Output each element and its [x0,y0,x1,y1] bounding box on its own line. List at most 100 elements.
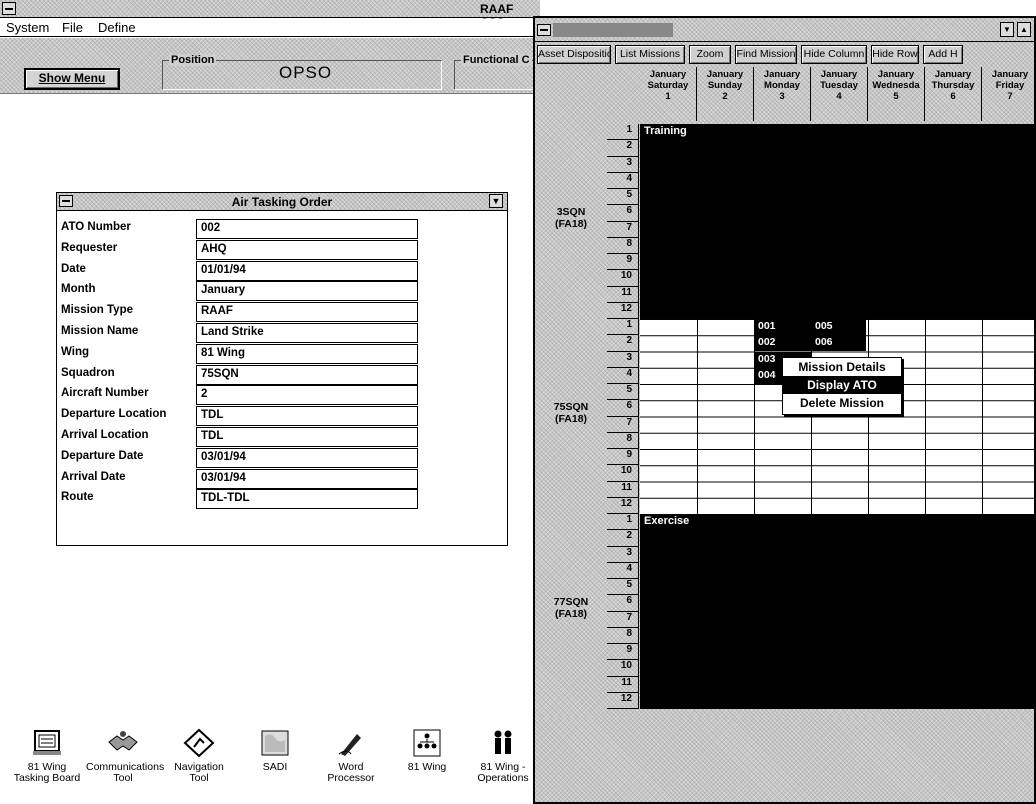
row-number[interactable]: 11 [607,481,639,498]
row-number[interactable]: 12 [607,692,639,709]
row-number[interactable]: 1 [607,124,639,141]
schedule-button-4[interactable]: Find Mission [735,45,797,64]
row-number[interactable]: 11 [607,676,639,693]
ato-field-value[interactable]: AHQ [196,239,418,260]
day-header[interactable]: January Wednesda 5 [868,67,925,121]
row-number[interactable]: 9 [607,644,639,661]
squadron-section[interactable]: Exercise [640,514,1034,709]
ato-field-value[interactable]: TDL-TDL [196,489,418,510]
row-number[interactable]: 7 [607,221,639,238]
day-header[interactable]: January Friday 7 [982,67,1034,121]
row-number[interactable]: 5 [607,189,639,206]
row-number[interactable]: 3 [607,156,639,173]
schedule-button-7[interactable]: Add H [923,45,963,64]
mission-cell[interactable]: 002 [754,335,811,352]
squadron-name: 77SQN [553,596,589,608]
schedule-system-menu-icon[interactable] [537,24,551,36]
row-number[interactable]: 12 [607,302,639,319]
row-number[interactable]: 4 [607,172,639,189]
minimize-icon[interactable]: ▼ [1000,22,1014,37]
squadron-section[interactable]: Training [640,124,1034,319]
schedule-button-1[interactable]: Asset Disposition [537,45,611,64]
row-number[interactable]: 7 [607,611,639,628]
desktop-icon-4[interactable]: SADI [238,728,312,773]
desktop-icon-5[interactable]: Word Processor [314,728,388,784]
maximize-icon[interactable]: ▲ [1017,22,1031,37]
menu-define[interactable]: Define [98,20,136,35]
row-number[interactable]: 10 [607,465,639,482]
schedule-button-2[interactable]: List Missions [615,45,685,64]
context-menu-item[interactable]: Display ATO [783,376,901,394]
ato-field-value[interactable]: TDL [196,406,418,427]
schedule-button-3[interactable]: Zoom [689,45,731,64]
system-menu-icon[interactable] [2,2,16,15]
schedule-button-5[interactable]: Hide Column [801,45,867,64]
row-number[interactable]: 9 [607,254,639,271]
ato-row: Squadron 75SQN [57,364,507,385]
row-number[interactable]: 6 [607,595,639,612]
desktop-icon-2[interactable]: Communications Tool [86,728,164,784]
row-number[interactable]: 3 [607,351,639,368]
row-number[interactable]: 2 [607,335,639,352]
context-menu-item[interactable]: Delete Mission [783,394,901,412]
row-number[interactable]: 7 [607,416,639,433]
ato-field-value[interactable]: RAAF [196,302,418,323]
show-menu-button[interactable]: Show Menu [24,68,120,90]
ato-field-value[interactable]: 03/01/94 [196,447,418,468]
row-number[interactable]: 9 [607,449,639,466]
row-number[interactable]: 12 [607,497,639,514]
desktop-icon-1[interactable]: 81 Wing Tasking Board [10,728,84,784]
ato-field-value[interactable]: 03/01/94 [196,468,418,489]
chevron-down-icon[interactable]: ▼ [489,194,503,208]
schedule-button-6[interactable]: Hide Row [871,45,919,64]
row-number[interactable]: 2 [607,140,639,157]
ato-field-value[interactable]: 75SQN [196,364,418,385]
menu-file[interactable]: File [62,20,83,35]
row-number[interactable]: 2 [607,530,639,547]
row-number[interactable]: 4 [607,562,639,579]
ato-field-value[interactable]: 81 Wing [196,343,418,364]
row-number[interactable]: 8 [607,432,639,449]
row-number[interactable]: 3 [607,546,639,563]
row-number[interactable]: 6 [607,205,639,222]
mission-cell[interactable]: 005 [811,319,866,335]
row-number[interactable]: 5 [607,579,639,596]
ato-field-value[interactable]: Land Strike [196,323,418,343]
row-number[interactable]: 8 [607,627,639,644]
day-header[interactable]: January Thursday 6 [925,67,982,121]
row-number[interactable]: 5 [607,384,639,401]
day-header-date: 4 [836,91,842,102]
day-header-month: January [877,69,915,80]
schedule-title-bar[interactable]: ▼ ▲ [535,18,1034,42]
ato-field-value[interactable]: January [196,281,418,302]
row-number[interactable]: 1 [607,319,639,336]
row-number[interactable]: 6 [607,400,639,417]
ato-field-value[interactable]: 01/01/94 [196,260,418,281]
day-header[interactable]: January Saturday 1 [640,67,697,121]
context-menu-item[interactable]: Mission Details [783,358,901,376]
ato-title-bar[interactable]: Air Tasking Order ▼ [57,193,507,211]
row-number[interactable]: 10 [607,270,639,287]
row-number[interactable]: 10 [607,660,639,677]
ato-title: Air Tasking Order [231,195,333,209]
mission-cell[interactable]: 006 [811,335,866,352]
day-header[interactable]: January Monday 3 [754,67,811,121]
desktop-icon-7[interactable]: 81 Wing - Operations [466,728,540,784]
day-header[interactable]: January Tuesday 4 [811,67,868,121]
row-number[interactable]: 1 [607,514,639,531]
mission-cell[interactable]: 001 [754,319,811,335]
ato-field-value[interactable]: 2 [196,385,418,406]
squadron-label: 3SQN (FA18) [535,206,607,230]
desktop-icon-6[interactable]: 81 Wing [390,728,464,773]
main-title-bar[interactable]: RAAF CSS [0,0,540,30]
day-header[interactable]: January Sunday 2 [697,67,754,121]
ato-field-value[interactable]: 002 [196,219,418,239]
ato-field-value[interactable]: TDL [196,427,418,447]
row-number[interactable]: 11 [607,286,639,303]
ato-row: ATO Number 002 [57,218,507,239]
desktop-icon-3[interactable]: Navigation Tool [162,728,236,784]
menu-system[interactable]: System [6,20,49,35]
day-header-weekday: Saturday [647,80,689,91]
row-number[interactable]: 4 [607,367,639,384]
row-number[interactable]: 8 [607,237,639,254]
